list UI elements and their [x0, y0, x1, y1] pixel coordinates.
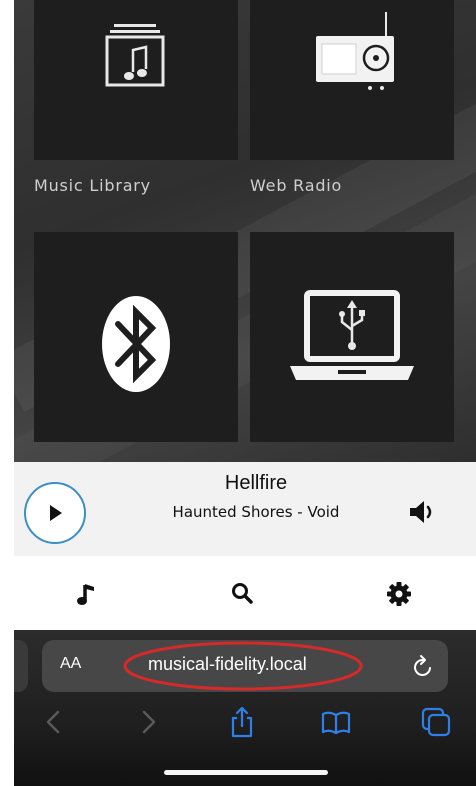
radio-icon	[316, 12, 394, 90]
track-title: Hellfire	[224, 472, 288, 494]
tab-search[interactable]	[222, 576, 262, 612]
tabs-icon	[421, 707, 451, 737]
share-icon	[231, 706, 253, 738]
tabs-button[interactable]	[420, 706, 452, 738]
search-icon	[232, 583, 253, 604]
reload-button[interactable]	[410, 654, 436, 680]
text-size-button[interactable]: AA	[60, 655, 81, 673]
forward-button[interactable]	[132, 706, 164, 738]
screen: Music Library Web Radio Hellfire Haunted…	[0, 0, 476, 786]
browser-chrome: AA musical-fidelity.local	[14, 630, 476, 786]
tile-usb[interactable]	[250, 232, 454, 442]
tab-bar	[14, 556, 476, 630]
tile-web-radio[interactable]	[250, 0, 454, 160]
forward-icon	[142, 710, 156, 734]
previous-tab-preview[interactable]	[14, 640, 28, 692]
tile-label-web-radio: Web Radio	[250, 176, 343, 195]
gear-icon	[387, 582, 411, 606]
usb-laptop-icon	[290, 290, 414, 380]
back-icon	[46, 710, 60, 734]
share-button[interactable]	[226, 706, 258, 738]
source-grid: Music Library Web Radio	[14, 0, 476, 462]
tab-library[interactable]	[68, 576, 108, 612]
bluetooth-icon	[102, 296, 170, 392]
url-text[interactable]: musical-fidelity.local	[148, 654, 307, 675]
music-note-icon	[77, 584, 94, 605]
volume-button[interactable]	[407, 498, 437, 526]
home-indicator[interactable]	[164, 770, 328, 775]
bookmarks-icon	[321, 711, 351, 735]
now-playing-bar: Hellfire Haunted Shores - Void	[14, 462, 476, 556]
music-library-icon	[105, 24, 165, 87]
back-button[interactable]	[38, 706, 70, 738]
tab-settings[interactable]	[378, 576, 418, 612]
speaker-icon	[410, 501, 432, 523]
bookmarks-button[interactable]	[320, 706, 352, 738]
tile-bluetooth[interactable]	[34, 232, 238, 442]
address-bar[interactable]: AA musical-fidelity.local	[42, 640, 448, 692]
tile-label-music-library: Music Library	[34, 176, 151, 195]
reload-icon	[414, 655, 431, 676]
tile-music-library[interactable]	[34, 0, 238, 160]
